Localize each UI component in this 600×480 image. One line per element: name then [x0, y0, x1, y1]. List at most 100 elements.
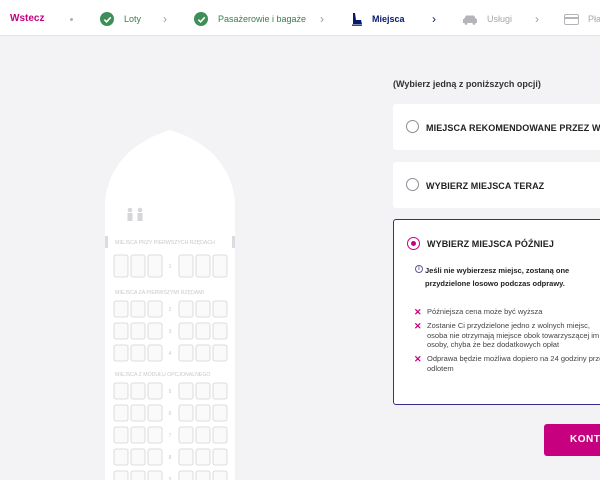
check-icon [194, 12, 208, 26]
seat [147, 448, 163, 466]
seat [195, 300, 211, 318]
step-label: Usługi [487, 14, 513, 24]
seat [130, 344, 146, 362]
seat [178, 382, 194, 400]
seat [113, 344, 129, 362]
seat [113, 426, 129, 444]
option-choose-now[interactable]: WYBIERZ MIEJSCA TERAZ [393, 162, 600, 208]
info-icon: i [415, 265, 423, 273]
seat [212, 322, 228, 340]
row-number: 4 [169, 351, 172, 357]
seat [130, 322, 146, 340]
row-number: 6 [169, 411, 172, 417]
seat [113, 300, 129, 318]
option-label: WYBIERZ MIEJSCA PÓŹNIEJ [427, 239, 554, 249]
step-label: Pła [588, 14, 600, 24]
continue-button[interactable]: KONT [544, 424, 600, 456]
seat [147, 254, 163, 278]
drawback-item: ✕ Zostanie Ci przydzielone jedno z wolny… [414, 321, 600, 349]
seat [178, 448, 194, 466]
cross-icon: ✕ [414, 321, 422, 331]
seat [113, 254, 129, 278]
car-icon [462, 14, 478, 25]
seat [113, 404, 129, 422]
seat [147, 404, 163, 422]
seat [147, 382, 163, 400]
drawback-item: ✕ Późniejsza cena może być wyższa [414, 307, 543, 317]
step-services[interactable]: Usługi [462, 9, 512, 29]
seat [195, 448, 211, 466]
seat [178, 404, 194, 422]
credit-card-icon [564, 13, 579, 25]
step-label: Pasażerowie i bagaże [218, 14, 307, 24]
seat [130, 404, 146, 422]
option-recommended-seats[interactable]: MIEJSCA REKOMENDOWANE PRZEZ WIZZ [393, 104, 600, 150]
row-number: 8 [169, 455, 172, 461]
seat [212, 382, 228, 400]
seat [147, 300, 163, 318]
seat [212, 300, 228, 318]
seat [195, 254, 211, 278]
seat [195, 404, 211, 422]
seat [212, 254, 228, 278]
chevron-right-icon: › [535, 12, 539, 26]
step-flights[interactable]: Loty [100, 9, 141, 29]
step-passengers[interactable]: Pasażerowie i bagaże [194, 9, 306, 29]
seat [212, 426, 228, 444]
seat [130, 254, 146, 278]
seat [113, 322, 129, 340]
row-number: 1 [169, 264, 172, 270]
seat [212, 344, 228, 362]
info-text: Jeśli nie wybierzesz miejsc, zostaną one… [425, 266, 570, 288]
chevron-right-icon: › [320, 12, 324, 26]
options-prompt: (Wybierz jedną z poniższych opcji) [393, 79, 541, 89]
seat [113, 448, 129, 466]
cross-icon: ✕ [414, 354, 422, 364]
seat [130, 300, 146, 318]
option-label: MIEJSCA REKOMENDOWANE PRZEZ WIZZ [426, 123, 600, 133]
radio-button[interactable] [406, 178, 419, 191]
option-choose-later[interactable]: WYBIERZ MIEJSCA PÓŹNIEJ i Jeśli nie wybi… [393, 219, 600, 405]
drawback-item: ✕ Odprawa będzie możliwa dopiero na 24 g… [414, 354, 600, 373]
section-label: MIEJSCA Z MODUŁU OPCJONALNEGO [115, 372, 210, 378]
seat [195, 382, 211, 400]
seat [178, 300, 194, 318]
seat [130, 382, 146, 400]
seat [212, 404, 228, 422]
back-link[interactable]: Wstecz [10, 13, 44, 24]
seat [130, 470, 146, 480]
step-payment[interactable]: Pła [564, 9, 600, 29]
separator-dot [70, 18, 73, 21]
seat-map: MIEJSCA PRZY PIERWSZYCH RZĘDACH 1 MIEJSCA … [105, 130, 235, 480]
seat [195, 426, 211, 444]
seat [178, 322, 194, 340]
row-number: 5 [169, 389, 172, 395]
step-seats[interactable]: Miejsca [351, 9, 405, 29]
step-label: Miejsca [372, 14, 405, 24]
seat [178, 344, 194, 362]
seat [130, 448, 146, 466]
radio-button[interactable] [406, 120, 419, 133]
row-number: 2 [169, 307, 172, 313]
row-number: 3 [169, 329, 172, 335]
seat [113, 382, 129, 400]
row-number: 7 [169, 433, 172, 439]
section-label: MIEJSCA PRZY PIERWSZYCH RZĘDACH [115, 240, 215, 246]
seat [147, 344, 163, 362]
step-label: Loty [124, 14, 142, 24]
seat [130, 426, 146, 444]
seat [178, 426, 194, 444]
cross-icon: ✕ [414, 307, 422, 317]
section-label: MIEJSCA ZA PIERWSZYMI RZĘDAMI [115, 290, 204, 296]
seat [212, 470, 228, 480]
check-icon [100, 12, 114, 26]
seat [147, 426, 163, 444]
radio-button-selected[interactable] [407, 237, 420, 250]
option-label: WYBIERZ MIEJSCA TERAZ [426, 181, 545, 191]
seat [195, 322, 211, 340]
chevron-right-icon: › [163, 12, 167, 26]
seat [195, 344, 211, 362]
chevron-right-icon: › [432, 12, 436, 26]
seat [147, 322, 163, 340]
seat [195, 470, 211, 480]
